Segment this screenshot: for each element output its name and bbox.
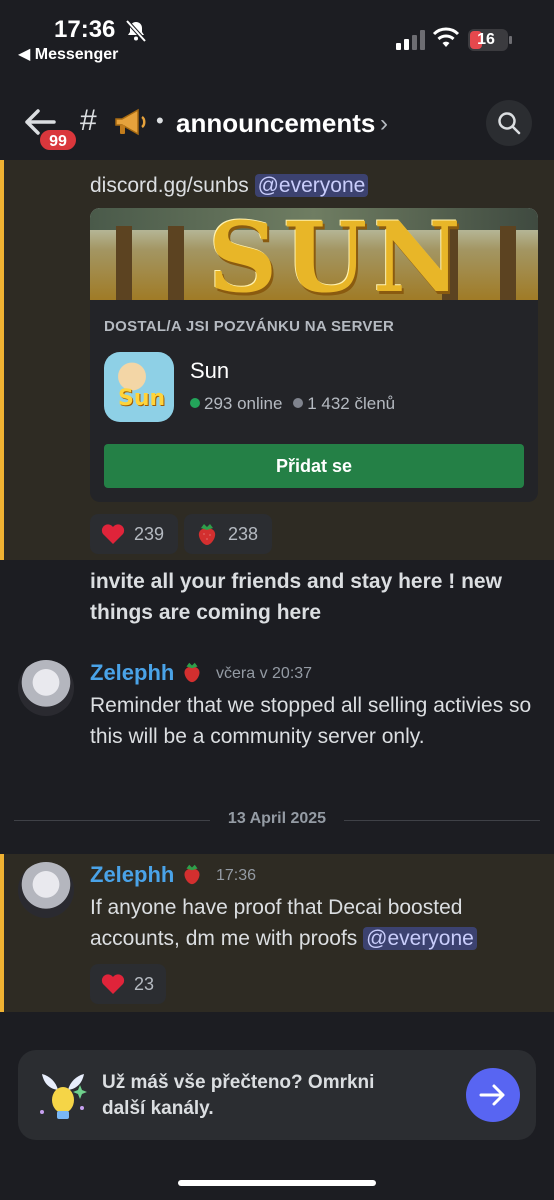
reaction-heart[interactable]: 239 xyxy=(90,514,178,554)
server-stats: 293 online 1 432 členů xyxy=(190,394,395,414)
reaction-strawberry[interactable]: 238 xyxy=(184,514,272,554)
online-count: 293 online xyxy=(204,394,283,413)
strawberry-role-icon xyxy=(184,662,200,683)
fairy-icon xyxy=(40,1074,87,1119)
members-dot-icon xyxy=(293,398,304,408)
date-divider: 13 April 2025 xyxy=(14,808,540,832)
server-invite-card: SUN DOSTAL/A JSI POZVÁNKU NA SERVER Sun … xyxy=(90,208,538,502)
server-icon: Sun xyxy=(104,352,174,422)
invite-heading: DOSTAL/A JSI POZVÁNKU NA SERVER xyxy=(104,318,395,335)
search-icon xyxy=(498,112,521,135)
reaction-heart[interactable]: 23 xyxy=(90,964,166,1004)
message-timestamp: 17:36 xyxy=(216,867,257,884)
title-separator: • xyxy=(156,108,164,133)
everyone-mention[interactable]: @everyone xyxy=(363,927,477,950)
member-count: 1 432 členů xyxy=(307,394,396,413)
reaction-count: 23 xyxy=(134,974,155,994)
caught-up-card[interactable]: Už máš vše přečteno? Omrkni další kanály… xyxy=(18,1050,536,1140)
date-label: 13 April 2025 xyxy=(227,810,327,827)
reaction-count: 239 xyxy=(134,524,165,544)
invite-banner: SUN xyxy=(90,208,538,300)
search-button[interactable] xyxy=(486,100,532,146)
battery-indicator: 16 xyxy=(468,29,508,51)
server-name: Sun xyxy=(190,358,230,383)
status-bar: 17:36 ◀ Messenger 16 xyxy=(0,0,554,70)
clock: 17:36 xyxy=(54,16,116,43)
message-text: Reminder that we stopped all selling act… xyxy=(90,694,532,748)
chevron-right-icon[interactable]: › xyxy=(380,110,388,138)
invite-link-text[interactable]: discord.gg/sunbs xyxy=(90,174,249,197)
avatar[interactable] xyxy=(18,862,74,918)
hash-icon: # xyxy=(80,104,97,137)
reaction-count: 238 xyxy=(228,524,259,544)
banner-logo-text: SUN xyxy=(208,208,467,300)
message-text: If anyone have proof that Decai boosted … xyxy=(90,892,540,954)
username[interactable]: Zelephh xyxy=(90,862,174,888)
username[interactable]: Zelephh xyxy=(90,660,174,686)
megaphone-icon xyxy=(115,108,146,136)
message-text: invite all your friends and stay here ! … xyxy=(90,570,502,624)
next-channel-button[interactable] xyxy=(466,1068,520,1122)
home-indicator xyxy=(178,1180,376,1186)
online-dot-icon xyxy=(190,398,200,408)
caught-up-text: Už máš vše přečteno? Omrkni další kanály… xyxy=(102,1072,375,1119)
heart-icon xyxy=(101,974,125,994)
message-timestamp: včera v 20:37 xyxy=(216,665,313,682)
arrow-right-icon xyxy=(479,1084,505,1106)
heart-icon xyxy=(101,524,125,544)
invite-link-line: discord.gg/sunbs @everyone xyxy=(90,174,369,198)
channel-header: 99 # • announcements › xyxy=(0,86,554,160)
everyone-mention[interactable]: @everyone xyxy=(254,174,369,197)
avatar[interactable] xyxy=(18,660,74,716)
wifi-icon xyxy=(432,27,460,47)
signal-icon xyxy=(396,30,425,50)
strawberry-icon xyxy=(198,524,216,545)
channel-title[interactable]: announcements xyxy=(176,108,375,139)
bell-slash-icon xyxy=(125,20,147,42)
back-to-app-link[interactable]: ◀ Messenger xyxy=(18,44,118,64)
join-server-button[interactable]: Přidat se xyxy=(104,444,524,488)
unread-badge: 99 xyxy=(38,128,78,152)
strawberry-role-icon xyxy=(184,864,200,885)
